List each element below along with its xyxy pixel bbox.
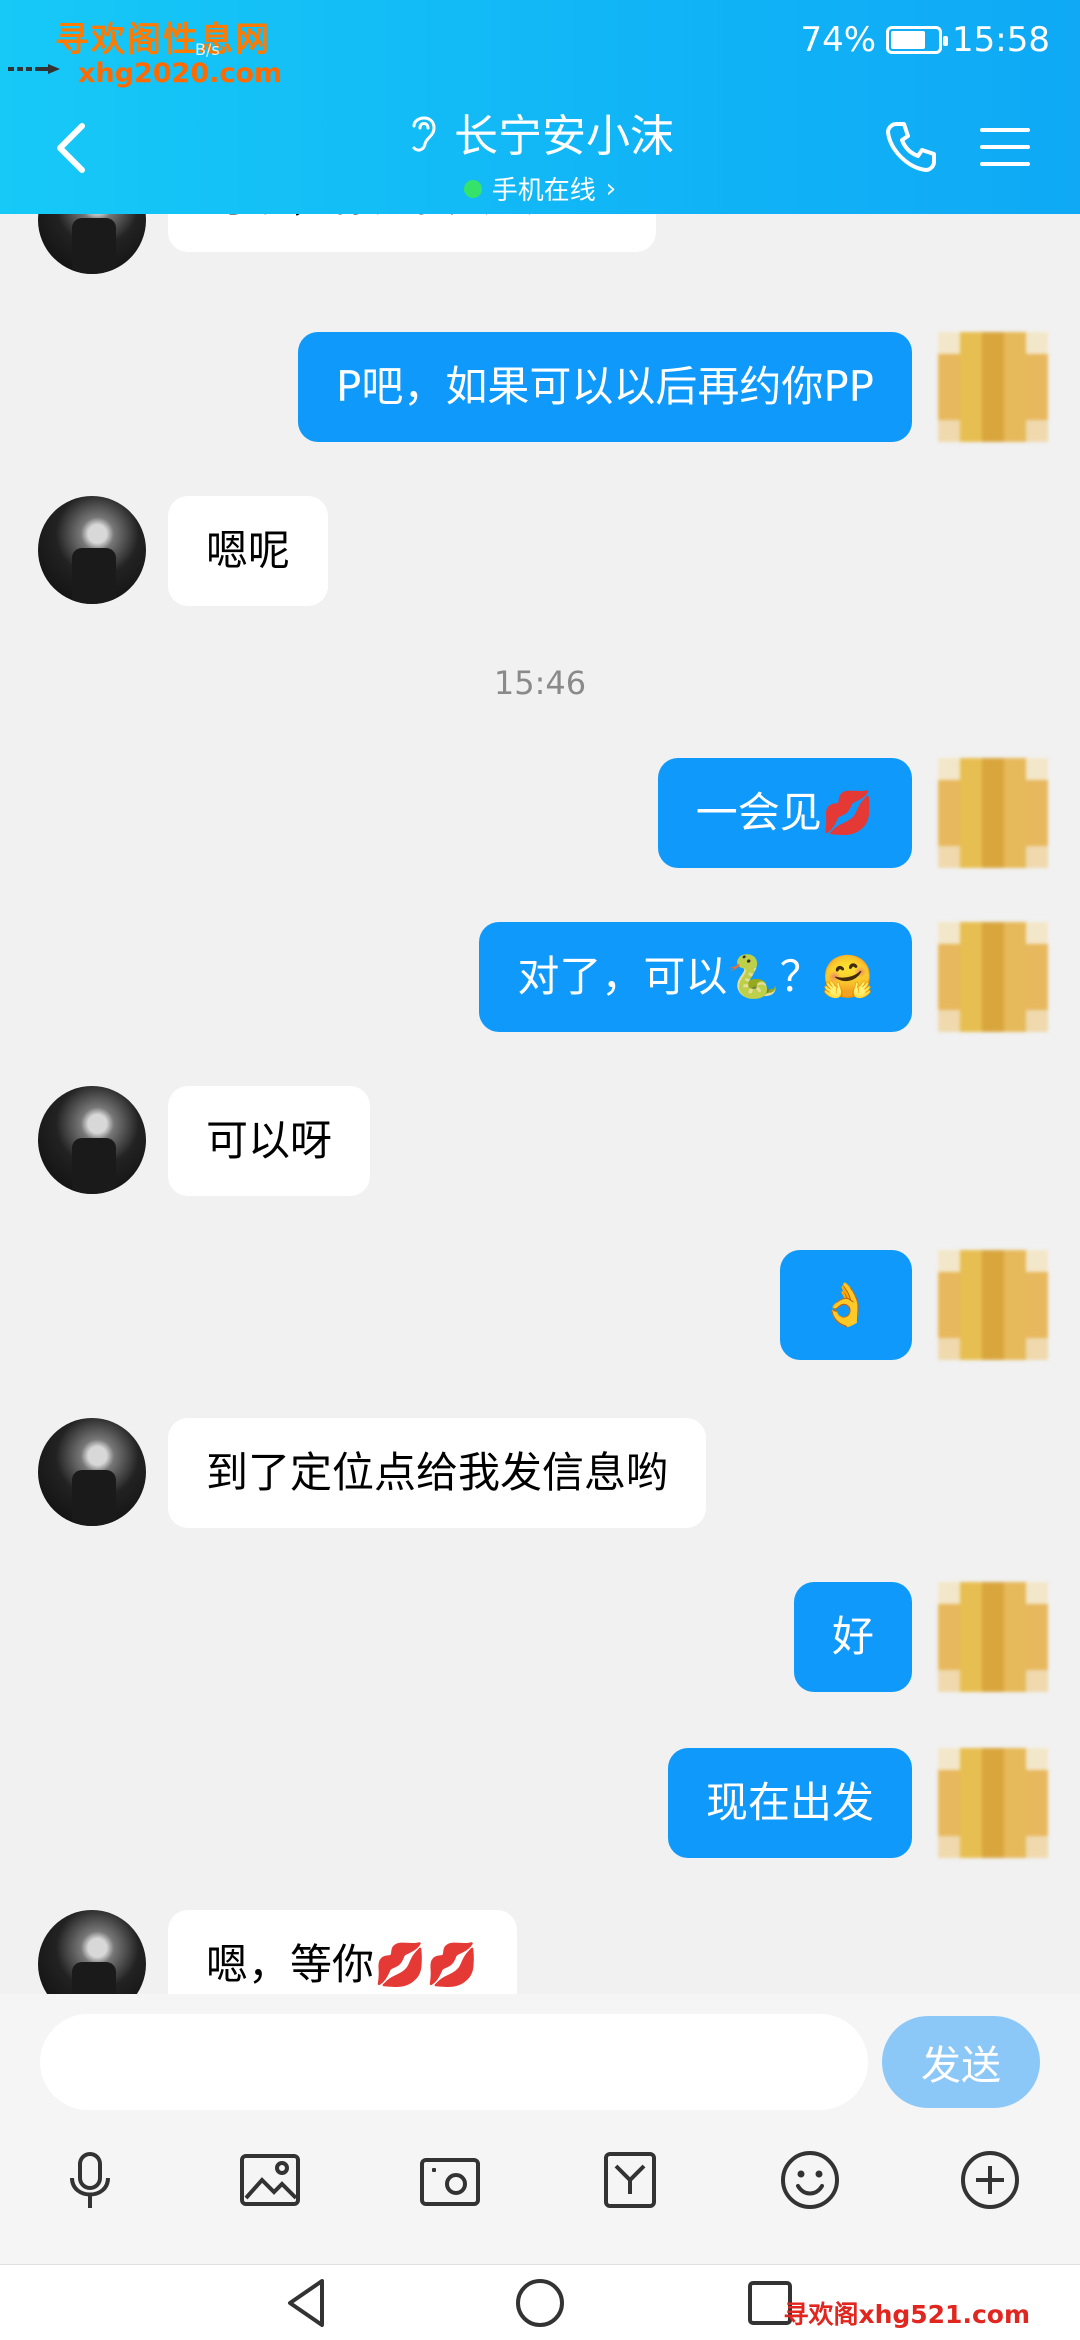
online-status[interactable]: 手机在线 › <box>0 170 1080 207</box>
chat-header: 寻欢阁性息网 xhg2020.com B/s 74% 15:58 长宁安小沫 手… <box>0 0 1080 214</box>
watermark-bottom: 寻欢阁xhg521.com <box>783 2300 1030 2329</box>
system-nav-bar: 寻欢阁xhg521.com <box>0 2264 1080 2340</box>
microphone-icon[interactable] <box>58 2148 122 2212</box>
contact-name: 长宁安小沫 <box>454 111 674 162</box>
menu-icon[interactable] <box>980 128 1030 168</box>
arrow-icon <box>8 64 60 74</box>
online-status-text: 手机在线 <box>491 176 596 206</box>
chevron-right-icon: › <box>605 173 617 204</box>
my-avatar[interactable] <box>938 332 1048 442</box>
send-button[interactable]: 发送 <box>882 2016 1040 2108</box>
phone-icon[interactable] <box>884 118 940 174</box>
contact-avatar[interactable] <box>38 496 146 604</box>
message-input[interactable] <box>40 2014 868 2110</box>
my-avatar[interactable] <box>938 1748 1048 1858</box>
status-bar: 寻欢阁性息网 xhg2020.com B/s 74% 15:58 <box>0 0 1080 89</box>
clock: 15:58 <box>952 20 1050 60</box>
image-icon[interactable] <box>238 2148 302 2212</box>
nav-home-icon[interactable] <box>510 2273 570 2333</box>
status-right: 74% 15:58 <box>800 20 1050 60</box>
timestamp: 15:46 <box>493 664 587 702</box>
my-avatar[interactable] <box>938 922 1048 1032</box>
watermark-top: 寻欢阁性息网 <box>55 20 271 60</box>
input-toolbar <box>0 2124 1080 2224</box>
battery-percent: 74% <box>800 20 877 60</box>
message-bubble-outgoing[interactable]: 好 <box>793 1582 912 1692</box>
message-bubble-incoming[interactable]: 嗯，等你💋💋 <box>168 1910 517 1994</box>
message-bubble-incoming[interactable]: 可以，你是要P还是PP <box>168 214 656 252</box>
input-area: 发送 <box>0 1994 1080 2264</box>
title-row: 长宁安小沫 <box>406 100 674 164</box>
message-bubble-outgoing[interactable]: 👌 <box>779 1250 912 1360</box>
my-avatar[interactable] <box>938 1582 1048 1692</box>
battery-icon <box>886 26 949 54</box>
message-bubble-outgoing[interactable]: 一会见💋 <box>657 758 912 868</box>
message-bubble-outgoing[interactable]: 对了，可以🐍？🤗 <box>479 922 912 1032</box>
camera-icon[interactable] <box>418 2148 482 2212</box>
emoji-icon[interactable] <box>778 2148 842 2212</box>
message-bubble-incoming[interactable]: 到了定位点给我发信息哟 <box>168 1418 707 1528</box>
file-icon[interactable] <box>598 2148 662 2212</box>
my-avatar[interactable] <box>938 1250 1048 1360</box>
contact-avatar[interactable] <box>38 1418 146 1526</box>
contact-avatar[interactable] <box>38 1086 146 1194</box>
contact-avatar[interactable] <box>38 1910 146 1994</box>
nav-back-icon[interactable] <box>278 2273 338 2333</box>
message-list[interactable]: 可以，你是要P还是PP P吧，如果可以以后再约你PP 嗯呢 15:46 一会见💋… <box>0 214 1080 1994</box>
battery-fill <box>891 31 926 49</box>
online-dot <box>463 179 482 198</box>
message-bubble-outgoing[interactable]: 现在出发 <box>667 1748 912 1858</box>
message-bubble-incoming[interactable]: 嗯呢 <box>168 496 329 606</box>
contact-avatar[interactable] <box>38 214 146 274</box>
my-avatar[interactable] <box>938 758 1048 868</box>
ear-icon <box>412 116 436 152</box>
watermark-url: xhg2020.com <box>78 58 283 89</box>
message-bubble-outgoing[interactable]: P吧，如果可以以后再约你PP <box>298 332 912 442</box>
message-bubble-incoming[interactable]: 可以呀 <box>168 1086 371 1196</box>
plus-icon[interactable] <box>958 2148 1022 2212</box>
